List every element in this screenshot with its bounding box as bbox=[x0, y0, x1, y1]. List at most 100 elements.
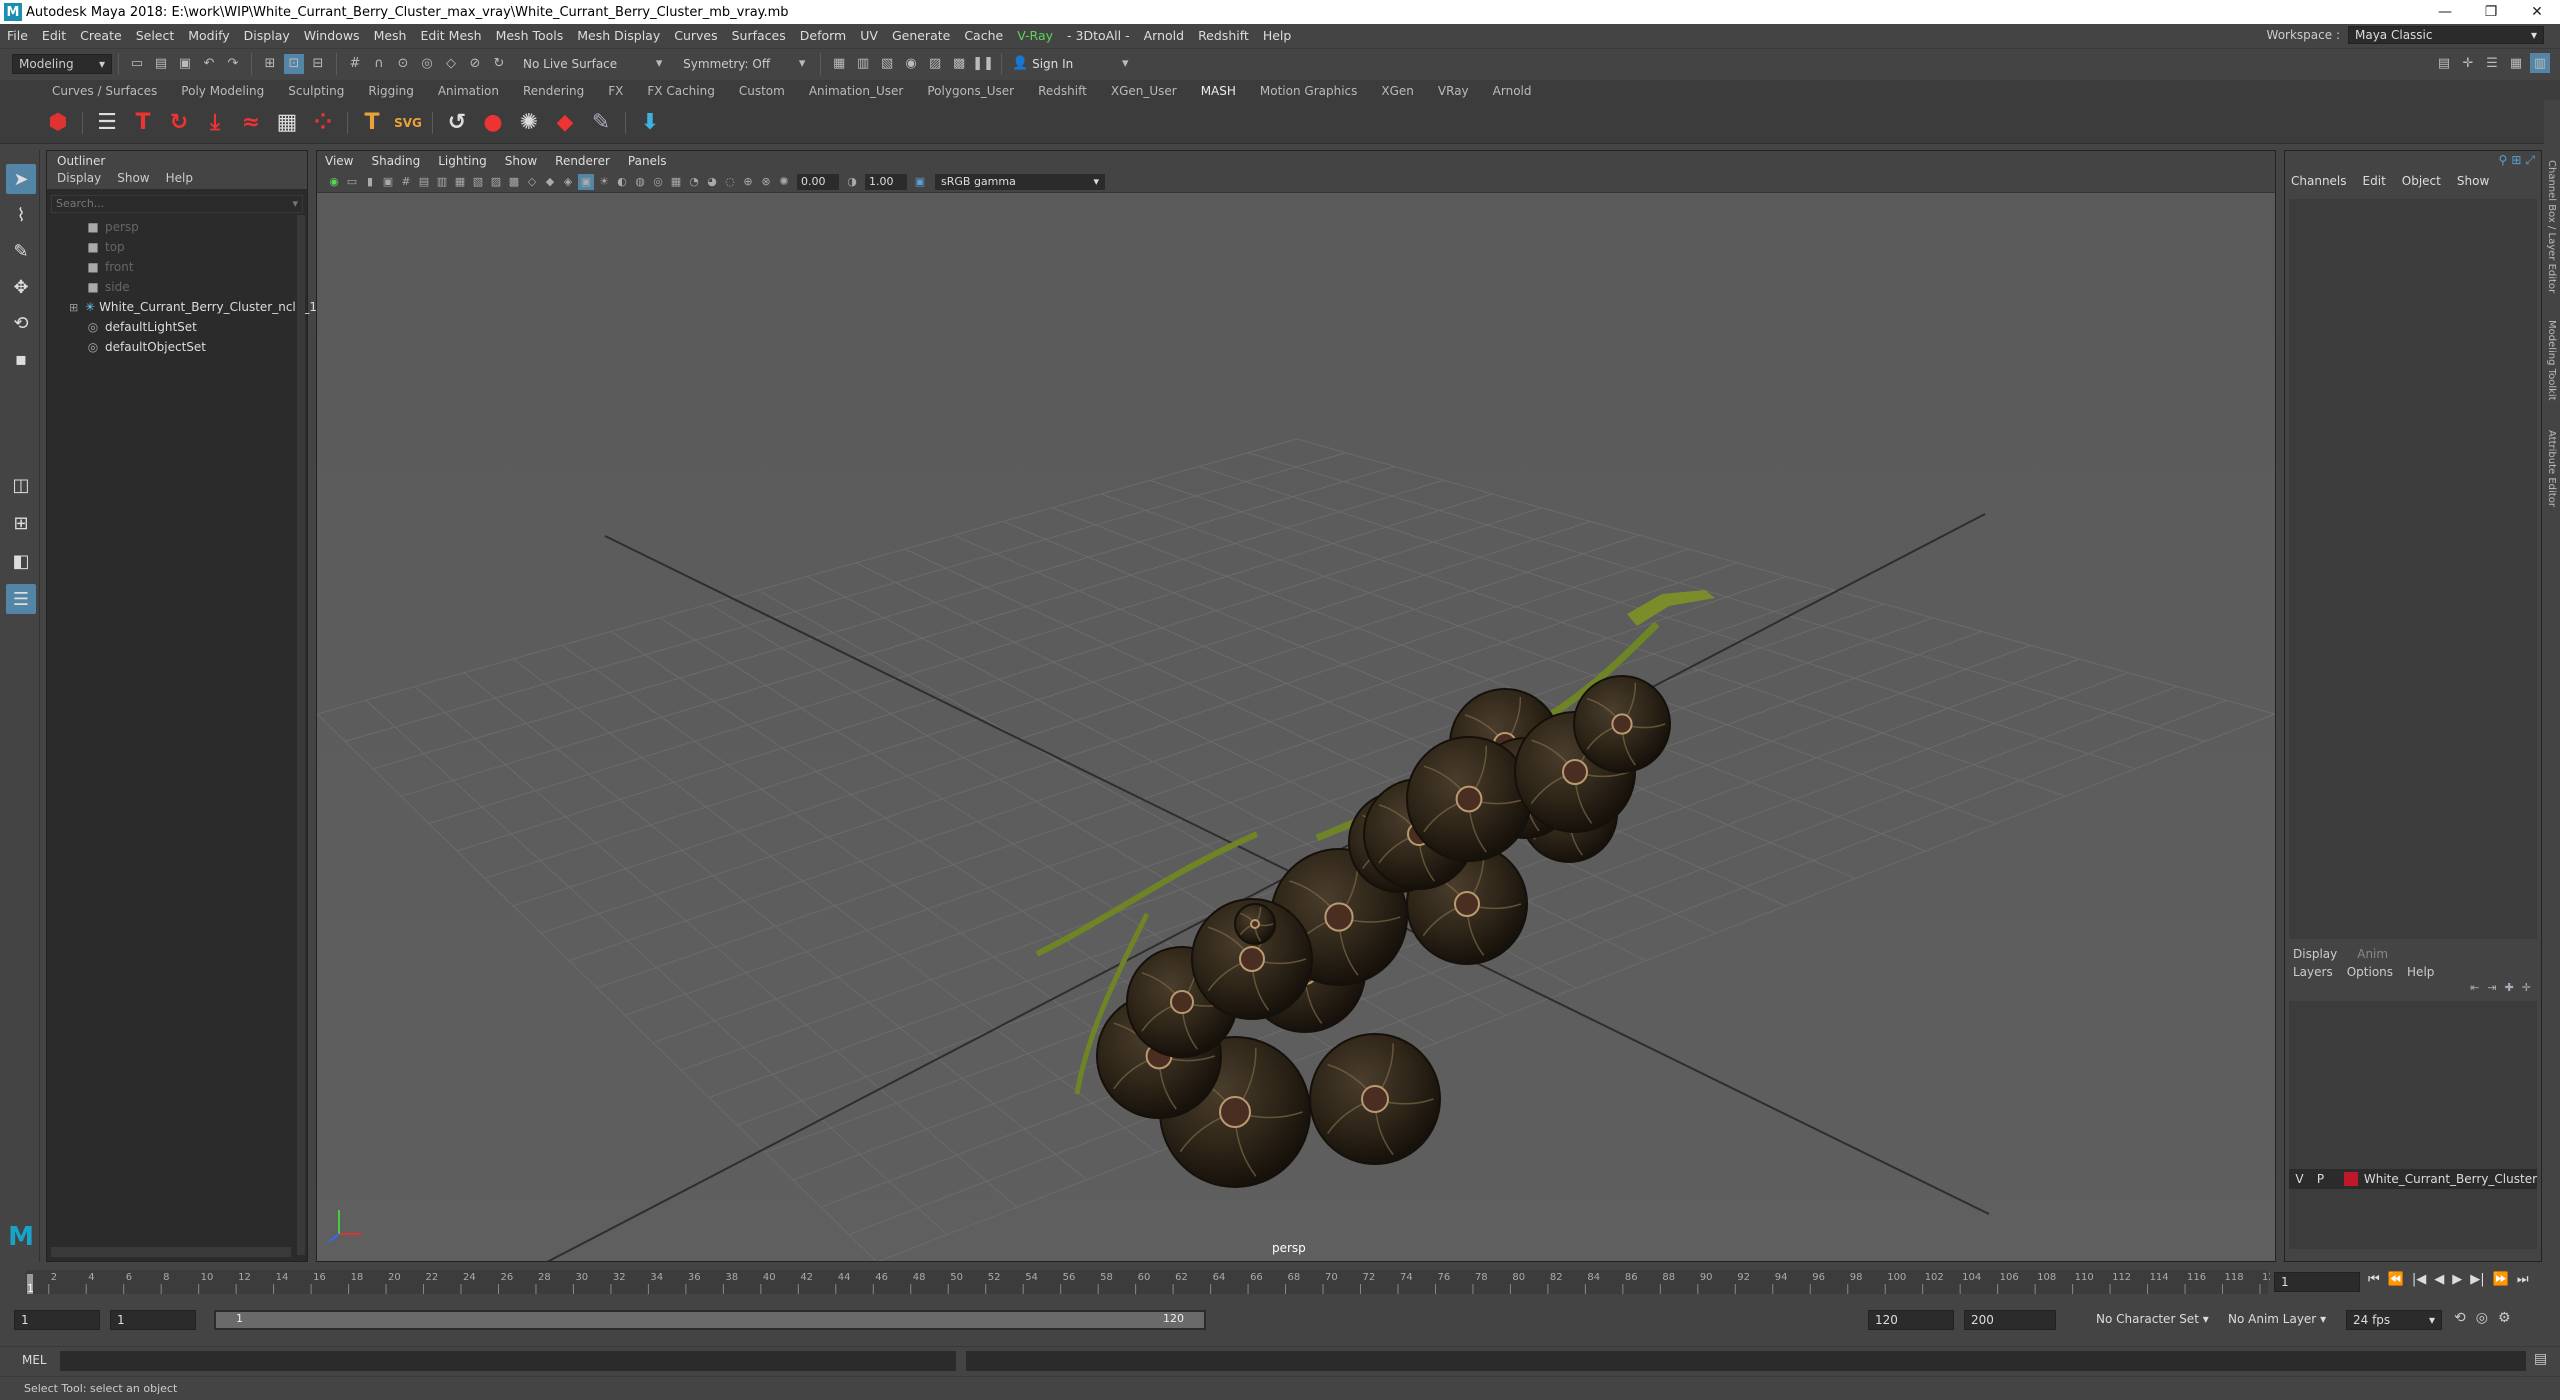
layer-editor-icon[interactable]: ⊞ bbox=[2511, 153, 2521, 168]
mash-trail-icon[interactable]: ≈ bbox=[236, 108, 266, 138]
shelf-tab-arnold[interactable]: Arnold bbox=[1481, 84, 1544, 98]
outliner-menu-show[interactable]: Show bbox=[117, 171, 149, 189]
toggle-tool-settings-icon[interactable]: ✛ bbox=[2458, 53, 2478, 73]
field-chart-icon[interactable]: ▧ bbox=[470, 174, 486, 190]
scale-tool-icon[interactable]: ▪ bbox=[6, 344, 36, 374]
range-track[interactable]: 1 120 bbox=[214, 1310, 1206, 1330]
workspace-selector[interactable]: Workspace : Maya Classic ▾ bbox=[2267, 24, 2544, 46]
render-sequence-icon[interactable]: ▥ bbox=[853, 54, 873, 74]
layer-color-swatch[interactable] bbox=[2344, 1172, 2358, 1186]
snap-live-icon[interactable]: ⊘ bbox=[465, 54, 485, 74]
expand-icon[interactable]: ⊞ bbox=[69, 301, 78, 314]
restore-icon[interactable]: ❐ bbox=[2468, 0, 2514, 24]
mash-grid-icon[interactable]: ▦ bbox=[272, 108, 302, 138]
animation-start-field[interactable]: 1 bbox=[14, 1310, 100, 1330]
menu-display[interactable]: Display bbox=[237, 28, 297, 43]
script-editor-icon[interactable]: ▤ bbox=[2534, 1351, 2547, 1367]
exposure-icon[interactable]: ✺ bbox=[776, 174, 792, 190]
shelf-tab-poly-modeling[interactable]: Poly Modeling bbox=[169, 84, 276, 98]
menu-redshift[interactable]: Redshift bbox=[1191, 28, 1256, 43]
mash-export-icon[interactable]: ⬇ bbox=[635, 108, 665, 138]
mash-blend-icon[interactable]: ◆ bbox=[550, 108, 580, 138]
attribute-icon[interactable]: ⤢ bbox=[2525, 153, 2535, 168]
gamma-field[interactable]: 1.00 bbox=[865, 173, 907, 190]
auto-key-icon[interactable]: ◎ bbox=[2476, 1310, 2488, 1326]
shelf-tab-vray[interactable]: VRay bbox=[1426, 84, 1481, 98]
shelf-tab-animation-user[interactable]: Animation_User bbox=[797, 84, 916, 98]
channel-box-icon[interactable]: ⚲ bbox=[2499, 153, 2508, 168]
sign-in-button[interactable]: Sign In bbox=[1032, 57, 1073, 71]
range-bar[interactable] bbox=[216, 1312, 1204, 1328]
shelf-tab-xgen[interactable]: XGen bbox=[1369, 84, 1426, 98]
menu-generate[interactable]: Generate bbox=[885, 28, 957, 43]
gamma-icon[interactable]: ◑ bbox=[844, 174, 860, 190]
outliner-search-input[interactable]: Search... ▾ bbox=[51, 195, 303, 213]
menu-edit-mesh[interactable]: Edit Mesh bbox=[413, 28, 488, 43]
go-to-end-icon[interactable]: ⏭ bbox=[2517, 1272, 2529, 1287]
four-view-layout-icon[interactable]: ⊞ bbox=[6, 508, 36, 538]
ambient-occlusion-icon[interactable]: ◍ bbox=[632, 174, 648, 190]
mash-drop-icon[interactable]: ⤓ bbox=[200, 108, 230, 138]
menu-help[interactable]: Help bbox=[1256, 28, 1299, 43]
channel-box-menu-show[interactable]: Show bbox=[2457, 174, 2489, 188]
shelf-tab-redshift[interactable]: Redshift bbox=[1026, 84, 1099, 98]
layer-menu-help[interactable]: Help bbox=[2407, 965, 2434, 979]
layer-menu-options[interactable]: Options bbox=[2347, 965, 2393, 979]
render-settings-icon[interactable]: ◉ bbox=[901, 54, 921, 74]
shelf-tab-custom[interactable]: Custom bbox=[727, 84, 797, 98]
chevron-down-icon[interactable]: ▾ bbox=[649, 54, 669, 74]
outliner-menu-display[interactable]: Display bbox=[57, 171, 101, 189]
time-slider[interactable]: 2 4 6 8 10 12 14 16 18 20 22 24 26 28 30 32 34 36 38 40 42 44… bbox=[0, 1266, 2560, 1298]
color-management-icon[interactable]: ▣ bbox=[912, 174, 928, 190]
move-layer-down-icon[interactable]: ⇥ bbox=[2487, 981, 2496, 994]
viewport-panel[interactable]: View Shading Lighting Show Renderer Panels ◉ … bbox=[316, 150, 2276, 1262]
select-tool-icon[interactable]: ➤ bbox=[6, 164, 36, 194]
symmetry-label[interactable]: Symmetry: Off bbox=[683, 57, 770, 71]
smooth-shade-icon[interactable]: ◆ bbox=[542, 174, 558, 190]
viewport-menu-renderer[interactable]: Renderer bbox=[555, 154, 610, 168]
resolution-gate-icon[interactable]: ▥ bbox=[434, 174, 450, 190]
menu-select[interactable]: Select bbox=[129, 28, 182, 43]
safe-title-icon[interactable]: ▩ bbox=[506, 174, 522, 190]
wireframe-icon[interactable]: ◇ bbox=[524, 174, 540, 190]
channel-box-menu-object[interactable]: Object bbox=[2402, 174, 2441, 188]
outliner-item[interactable]: ◎ defaultObjectSet bbox=[47, 337, 307, 357]
outliner-menu-help[interactable]: Help bbox=[166, 171, 193, 189]
menu-deform[interactable]: Deform bbox=[793, 28, 853, 43]
channel-box-menu-channels[interactable]: Channels bbox=[2291, 174, 2347, 188]
playback-start-field[interactable]: 1 bbox=[110, 1310, 196, 1330]
textured-icon[interactable]: ▣ bbox=[578, 173, 594, 190]
snap-surface-icon[interactable]: ◇ bbox=[441, 54, 461, 74]
safe-action-icon[interactable]: ▨ bbox=[488, 174, 504, 190]
snap-grid-icon[interactable]: # bbox=[345, 54, 365, 74]
fps-dropdown[interactable]: 24 fps ▾ bbox=[2346, 1310, 2442, 1330]
hypershade-icon[interactable]: ▨ bbox=[925, 54, 945, 74]
render-view-icon[interactable]: ▩ bbox=[949, 54, 969, 74]
shelf-tab-xgen-user[interactable]: XGen_User bbox=[1099, 84, 1189, 98]
exposure-field[interactable]: 0.00 bbox=[797, 173, 839, 190]
snap-curve-icon[interactable]: ∩ bbox=[369, 54, 389, 74]
menu-surfaces[interactable]: Surfaces bbox=[725, 28, 793, 43]
toggle-layer-editor-icon[interactable]: ▥ bbox=[2530, 53, 2550, 73]
command-input[interactable] bbox=[60, 1351, 956, 1371]
shelf-tab-rigging[interactable]: Rigging bbox=[356, 84, 425, 98]
menu-file[interactable]: File bbox=[0, 28, 35, 43]
layer-playback-toggle[interactable]: P bbox=[2310, 1172, 2331, 1186]
close-icon[interactable]: ✕ bbox=[2514, 0, 2560, 24]
play-backward-icon[interactable]: ◀ bbox=[2434, 1272, 2444, 1287]
outliner-item[interactable]: ■ top bbox=[47, 237, 307, 257]
mash-scatter-icon[interactable]: ⁘ bbox=[308, 108, 338, 138]
xray-joints-icon[interactable]: ⊕ bbox=[740, 174, 756, 190]
loop-icon[interactable]: ⟲ bbox=[2454, 1310, 2466, 1326]
viewport-menu-show[interactable]: Show bbox=[505, 154, 537, 168]
gate-mask-icon[interactable]: ▦ bbox=[452, 174, 468, 190]
step-back-key-icon[interactable]: ⏪ bbox=[2388, 1272, 2404, 1287]
menu-mesh-tools[interactable]: Mesh Tools bbox=[489, 28, 571, 43]
anim-layer-dropdown[interactable]: No Anim Layer ▾ bbox=[2228, 1312, 2326, 1326]
camera-attributes-icon[interactable]: ▭ bbox=[344, 174, 360, 190]
single-perspective-layout-icon[interactable]: ◫ bbox=[6, 470, 36, 500]
layer-visibility-toggle[interactable]: V bbox=[2289, 1172, 2310, 1186]
script-language-button[interactable]: MEL bbox=[22, 1353, 47, 1367]
outliner-item[interactable]: ■ side bbox=[47, 277, 307, 297]
toggle-attribute-editor-icon[interactable]: ▤ bbox=[2434, 53, 2454, 73]
